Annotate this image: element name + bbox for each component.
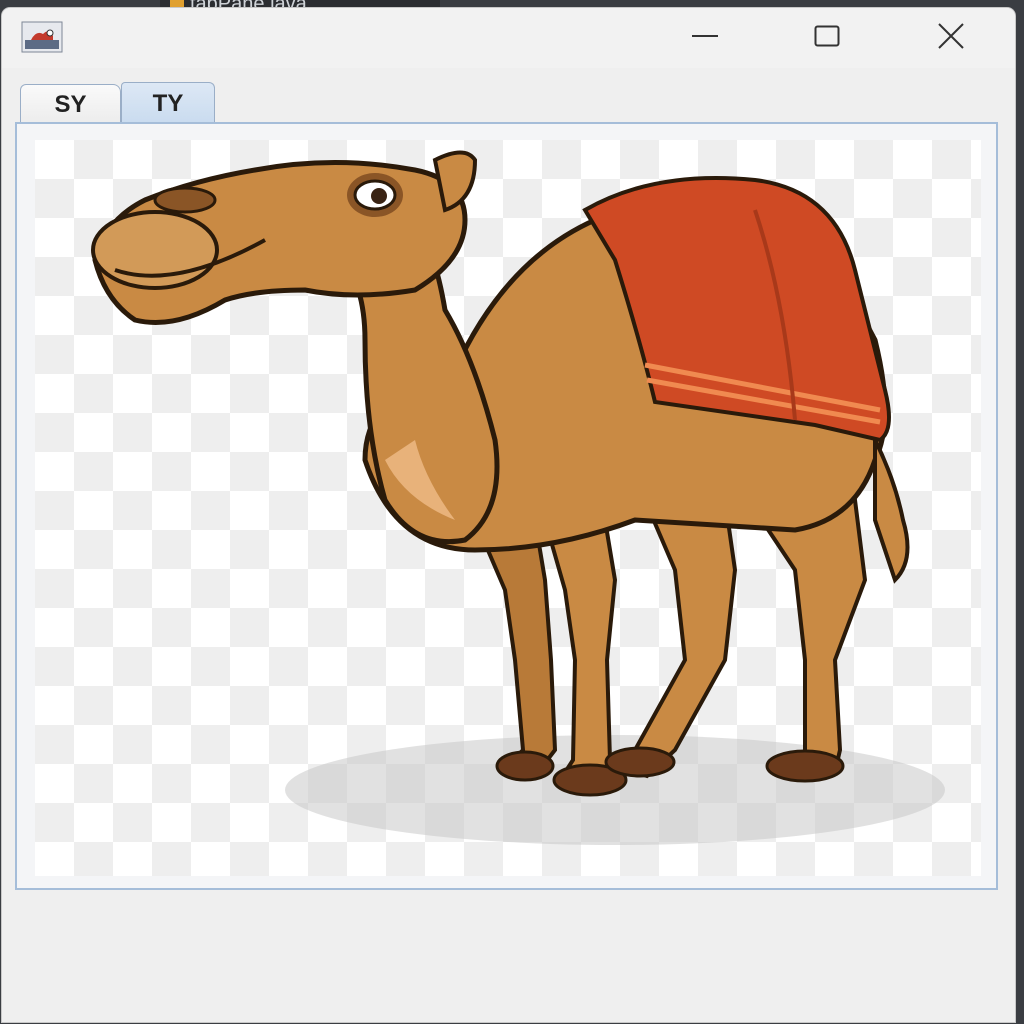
minimize-icon [692,35,718,37]
tab-ty[interactable]: TY [121,82,215,124]
maximize-button[interactable] [797,16,857,56]
camel-image [91,150,945,845]
close-button[interactable] [921,16,981,56]
close-icon [938,23,964,49]
tab-content-panel [15,122,998,890]
app-window: SY TY [2,8,1015,1022]
java-app-icon [21,21,63,53]
tab-sy[interactable]: SY [20,84,121,124]
minimize-button[interactable] [676,16,736,56]
title-bar[interactable] [2,8,1015,68]
image-canvas [35,140,981,876]
maximize-icon [814,25,840,47]
